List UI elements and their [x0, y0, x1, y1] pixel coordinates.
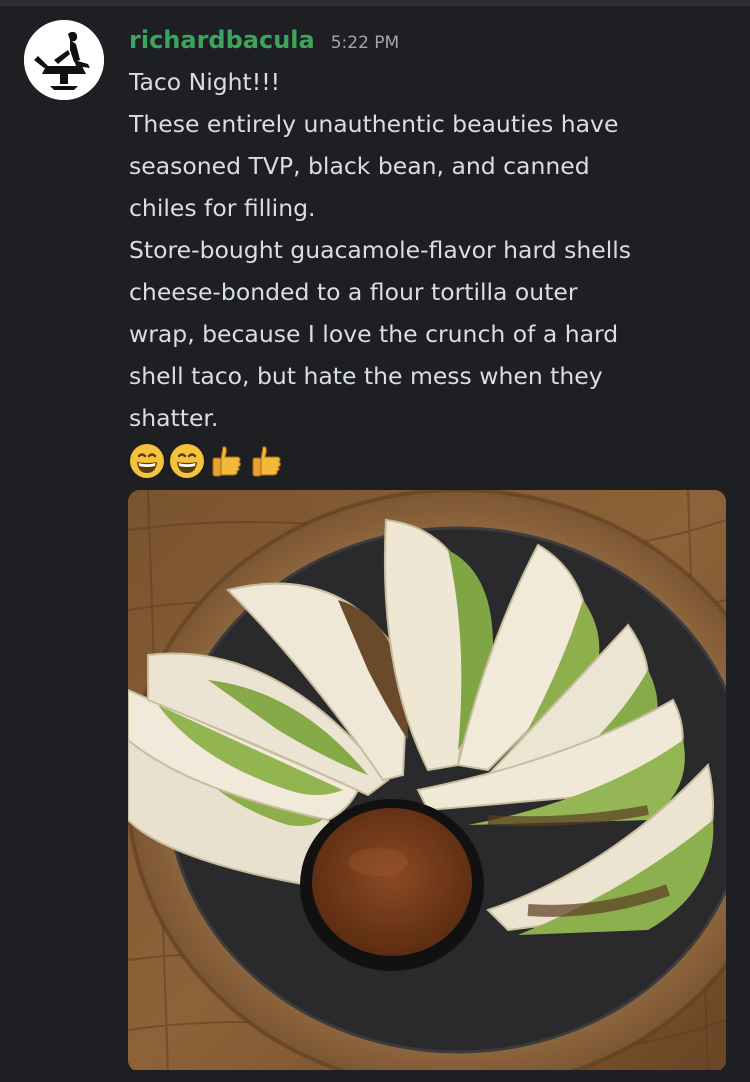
username[interactable]: richardbacula: [129, 26, 315, 54]
grinning-face-icon[interactable]: [129, 443, 165, 479]
avatar-silhouette-icon: [24, 20, 104, 100]
message-line: Taco Night!!!: [129, 68, 281, 96]
message-line: chiles for filling.: [129, 194, 316, 222]
message-line: wrap, because I love the crunch of a har…: [129, 320, 619, 348]
message-line: shatter.: [129, 404, 219, 432]
message-line: cheese-bonded to a flour tortilla outer: [129, 278, 578, 306]
message-header: richardbacula 5:22 PM: [129, 26, 399, 56]
thumbs-up-icon[interactable]: [209, 443, 245, 479]
grinning-face-icon[interactable]: [169, 443, 205, 479]
message-line: These entirely unauthentic beauties have: [129, 110, 619, 138]
thumbs-up-icon[interactable]: [249, 443, 285, 479]
taco-photo: [128, 490, 726, 1072]
emoji-row: [129, 443, 285, 483]
image-attachment[interactable]: [128, 490, 726, 1072]
message-line: shell taco, but hate the mess when they: [129, 362, 603, 390]
chat-message: richardbacula 5:22 PM Taco Night!!! Thes…: [0, 6, 750, 1072]
timestamp[interactable]: 5:22 PM: [331, 33, 400, 53]
bottom-strip: [0, 1070, 750, 1082]
message-content: Taco Night!!! These entirely unauthentic…: [129, 61, 734, 439]
message-line: Store-bought guacamole-flavor hard shell…: [129, 236, 631, 264]
avatar[interactable]: [24, 20, 104, 100]
message-line: seasoned TVP, black bean, and canned: [129, 152, 590, 180]
